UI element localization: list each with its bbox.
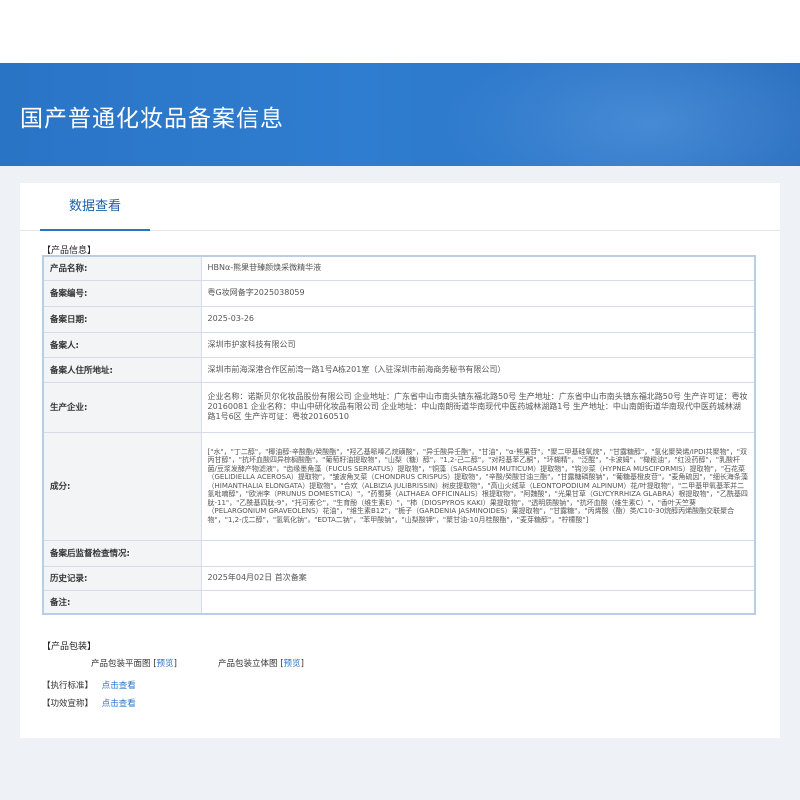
row-history: 历史记录: 2025年04月02日 首次备案	[42, 565, 756, 591]
row-record-date: 备案日期: 2025-03-26	[42, 305, 756, 333]
bracket-close: ]	[300, 659, 304, 669]
row-remarks: 备注:	[42, 589, 756, 615]
bracket-close: ]	[173, 659, 177, 669]
label-registrant-address: 备案人住所地址:	[42, 356, 202, 383]
label-history: 历史记录:	[42, 565, 202, 591]
label-ingredients: 成分:	[42, 431, 202, 541]
efficacy-row: 【功效宣称】 点击查看	[42, 697, 136, 709]
row-registrant-address: 备案人住所地址: 深圳市前海深港合作区前湾一路1号A栋201室（入驻深圳市前海商…	[42, 356, 756, 383]
preview-flat-link[interactable]: 预览	[157, 659, 174, 669]
packaging-solid: 产品包装立体图 [预览]	[218, 657, 304, 669]
row-ingredients: 成分: ["水"，"丁二醇"，"椰油醇-辛酸酯/癸酸酯"，"羟乙基哌嗪乙烷磺酸"…	[42, 431, 756, 541]
tab-data-view[interactable]: 数据查看	[40, 183, 150, 231]
value-registrant: 深圳市护家科技有限公司	[200, 331, 756, 358]
row-supervision: 备案后监督检查情况:	[42, 539, 756, 567]
value-supervision	[200, 539, 756, 567]
value-product-name: HBNα-熊果苷臻颜焕采微精华液	[200, 255, 756, 281]
value-history: 2025年04月02日 首次备案	[200, 565, 756, 591]
banner-glow	[440, 63, 800, 166]
label-record-date: 备案日期:	[42, 305, 202, 333]
header-banner: 国产普通化妆品备案信息	[0, 63, 800, 166]
packaging-solid-label: 产品包装立体图	[218, 659, 278, 669]
section-efficacy: 【功效宣称】	[42, 699, 94, 709]
content-card: 数据查看 【产品信息】 产品名称: HBNα-熊果苷臻颜焕采微精华液 备案编号:…	[20, 183, 780, 738]
label-registrant: 备案人:	[42, 331, 202, 358]
label-product-name: 产品名称:	[42, 255, 202, 281]
value-record-number: 粤G妆网备字2025038059	[200, 279, 756, 307]
row-product-name: 产品名称: HBNα-熊果苷臻颜焕采微精华液	[42, 255, 756, 281]
label-manufacturer: 生产企业:	[42, 381, 202, 433]
packaging-flat: 产品包装平面图 [预览]	[91, 657, 177, 669]
efficacy-view-link[interactable]: 点击查看	[102, 699, 136, 709]
standard-row: 【执行标准】 点击查看	[42, 679, 136, 691]
value-manufacturer: 企业名称：诺斯贝尔化妆品股份有限公司 企业地址：广东省中山市南头镇东福北路50号…	[200, 381, 756, 433]
standard-view-link[interactable]: 点击查看	[102, 681, 136, 691]
value-ingredients: ["水"，"丁二醇"，"椰油醇-辛酸酯/癸酸酯"，"羟乙基哌嗪乙烷磺酸"，"异壬…	[200, 431, 756, 541]
page-title: 国产普通化妆品备案信息	[20, 106, 284, 132]
packaging-flat-label: 产品包装平面图	[91, 659, 151, 669]
row-manufacturer: 生产企业: 企业名称：诺斯贝尔化妆品股份有限公司 企业地址：广东省中山市南头镇东…	[42, 381, 756, 433]
row-record-number: 备案编号: 粤G妆网备字2025038059	[42, 279, 756, 307]
section-packaging: 【产品包装】	[42, 642, 97, 652]
value-registrant-address: 深圳市前海深港合作区前湾一路1号A栋201室（入驻深圳市前海商务秘书有限公司）	[200, 356, 756, 383]
label-supervision: 备案后监督检查情况:	[42, 539, 202, 567]
label-record-number: 备案编号:	[42, 279, 202, 307]
value-remarks	[200, 589, 756, 615]
tab-bar: 数据查看	[20, 183, 780, 231]
row-registrant: 备案人: 深圳市护家科技有限公司	[42, 331, 756, 358]
value-record-date: 2025-03-26	[200, 305, 756, 333]
label-remarks: 备注:	[42, 589, 202, 615]
top-whitespace	[0, 0, 800, 63]
preview-solid-link[interactable]: 预览	[284, 659, 301, 669]
product-info-table: 产品名称: HBNα-熊果苷臻颜焕采微精华液 备案编号: 粤G妆网备字20250…	[42, 255, 756, 615]
section-standard: 【执行标准】	[42, 681, 94, 691]
